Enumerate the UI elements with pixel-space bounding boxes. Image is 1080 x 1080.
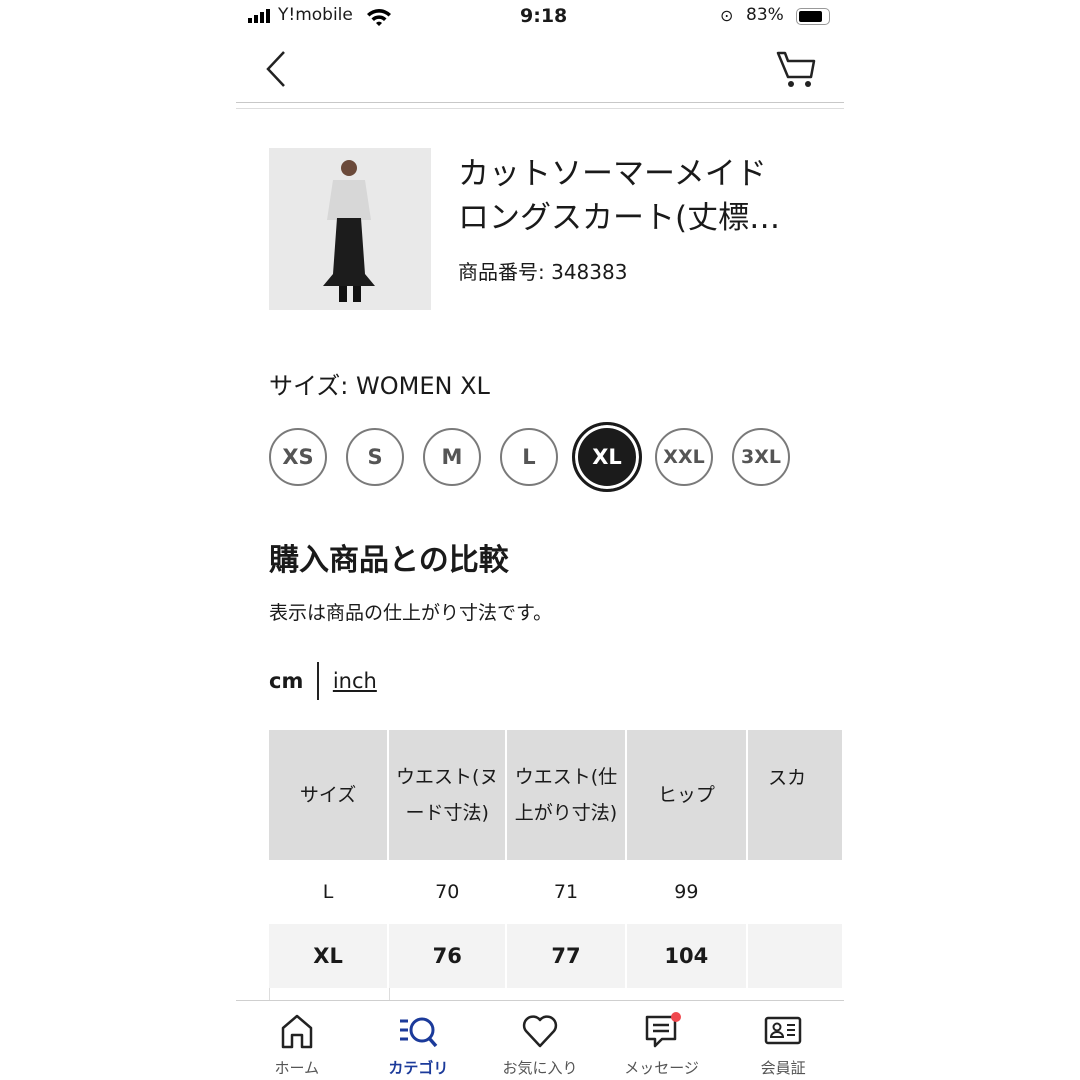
product-id: 商品番号: 348383 [458,260,628,284]
battery-percent: 83% [746,5,784,25]
unit-cm[interactable]: cm [269,669,303,693]
column-header: ヒップ [626,730,747,860]
clock: 9:18 [520,5,568,27]
status-bar: Y!mobile 9:18 ⊙ 83% [236,0,844,34]
table-cell: 104 [626,924,747,988]
cart-button[interactable] [776,50,818,90]
unit-toggle: cm inch [269,662,377,700]
signal-icon [248,9,270,23]
unit-inch-link[interactable]: inch [333,669,377,693]
table-cell: 76 [389,924,506,988]
size-option-l[interactable]: L [500,428,558,486]
table-cell [748,860,842,924]
table-cell: 99 [626,860,747,924]
nav-label: カテゴリ [388,1059,449,1077]
section-title: 購入商品との比較 [269,543,509,578]
divider [317,662,319,700]
nav-label: メッセージ [624,1059,699,1077]
product-image[interactable] [269,148,431,310]
size-option-3xl[interactable]: 3XL [732,428,790,486]
column-header: サイズ [269,730,388,860]
column-header: ウエスト(仕上がり寸法) [507,730,625,860]
size-option-xxl[interactable]: XXL [655,428,713,486]
table-cell: 77 [507,924,625,988]
size-comparison-table: サイズ ウエスト(ヌード寸法) ウエスト(仕上がり寸法) ヒップ スカ L 70… [267,730,844,1008]
table-row-selected: XL 76 77 104 [269,924,842,988]
member-card-icon [764,1016,802,1045]
app-screen: Y!mobile 9:18 ⊙ 83% カットソーマーメイド ロングスカート(丈標… [236,0,844,1080]
table-cell [748,924,842,988]
size-option-s[interactable]: S [346,428,404,486]
size-label: サイズ: WOMEN XL [269,372,490,400]
section-note: 表示は商品の仕上がり寸法です。 [269,602,553,624]
bottom-nav: ホーム カテゴリ お気に入り メッセージ 会員証 [236,1000,844,1080]
divider [236,108,844,109]
nav-label: ホーム [274,1059,320,1077]
column-header: ウエスト(ヌード寸法) [389,730,506,860]
size-option-xs[interactable]: XS [269,428,327,486]
message-icon [645,1012,681,1048]
nav-member-card[interactable]: 会員証 [722,1001,844,1080]
table-cell: L [269,860,388,924]
table-header-row: サイズ ウエスト(ヌード寸法) ウエスト(仕上がり寸法) ヒップ スカ [269,730,842,860]
table-cell: 70 [389,860,506,924]
nav-label: 会員証 [760,1059,806,1077]
back-button[interactable] [264,50,288,88]
battery-icon [796,8,830,25]
nav-favorites[interactable]: お気に入り [479,1001,601,1080]
divider [236,102,844,103]
home-icon [281,1014,313,1049]
nav-label: お気に入り [502,1059,578,1077]
model-photo [323,160,375,302]
wifi-icon [367,9,391,26]
nav-category[interactable]: カテゴリ [358,1001,480,1080]
table-row: L 70 71 99 [269,860,842,924]
column-header: スカ [748,730,842,860]
rotation-lock-icon: ⊙ [720,6,734,25]
nav-messages[interactable]: メッセージ [601,1001,723,1080]
category-search-icon [400,1017,438,1048]
table-cell: XL [269,924,388,988]
carrier: Y!mobile [278,5,353,25]
nav-home[interactable]: ホーム [236,1001,358,1080]
size-option-xl[interactable]: XL [572,422,642,492]
product-title: カットソーマーメイド ロングスカート(丈標… [458,156,781,236]
heart-icon [522,1015,558,1048]
size-option-m[interactable]: M [423,428,481,486]
table-cell: 71 [507,860,625,924]
